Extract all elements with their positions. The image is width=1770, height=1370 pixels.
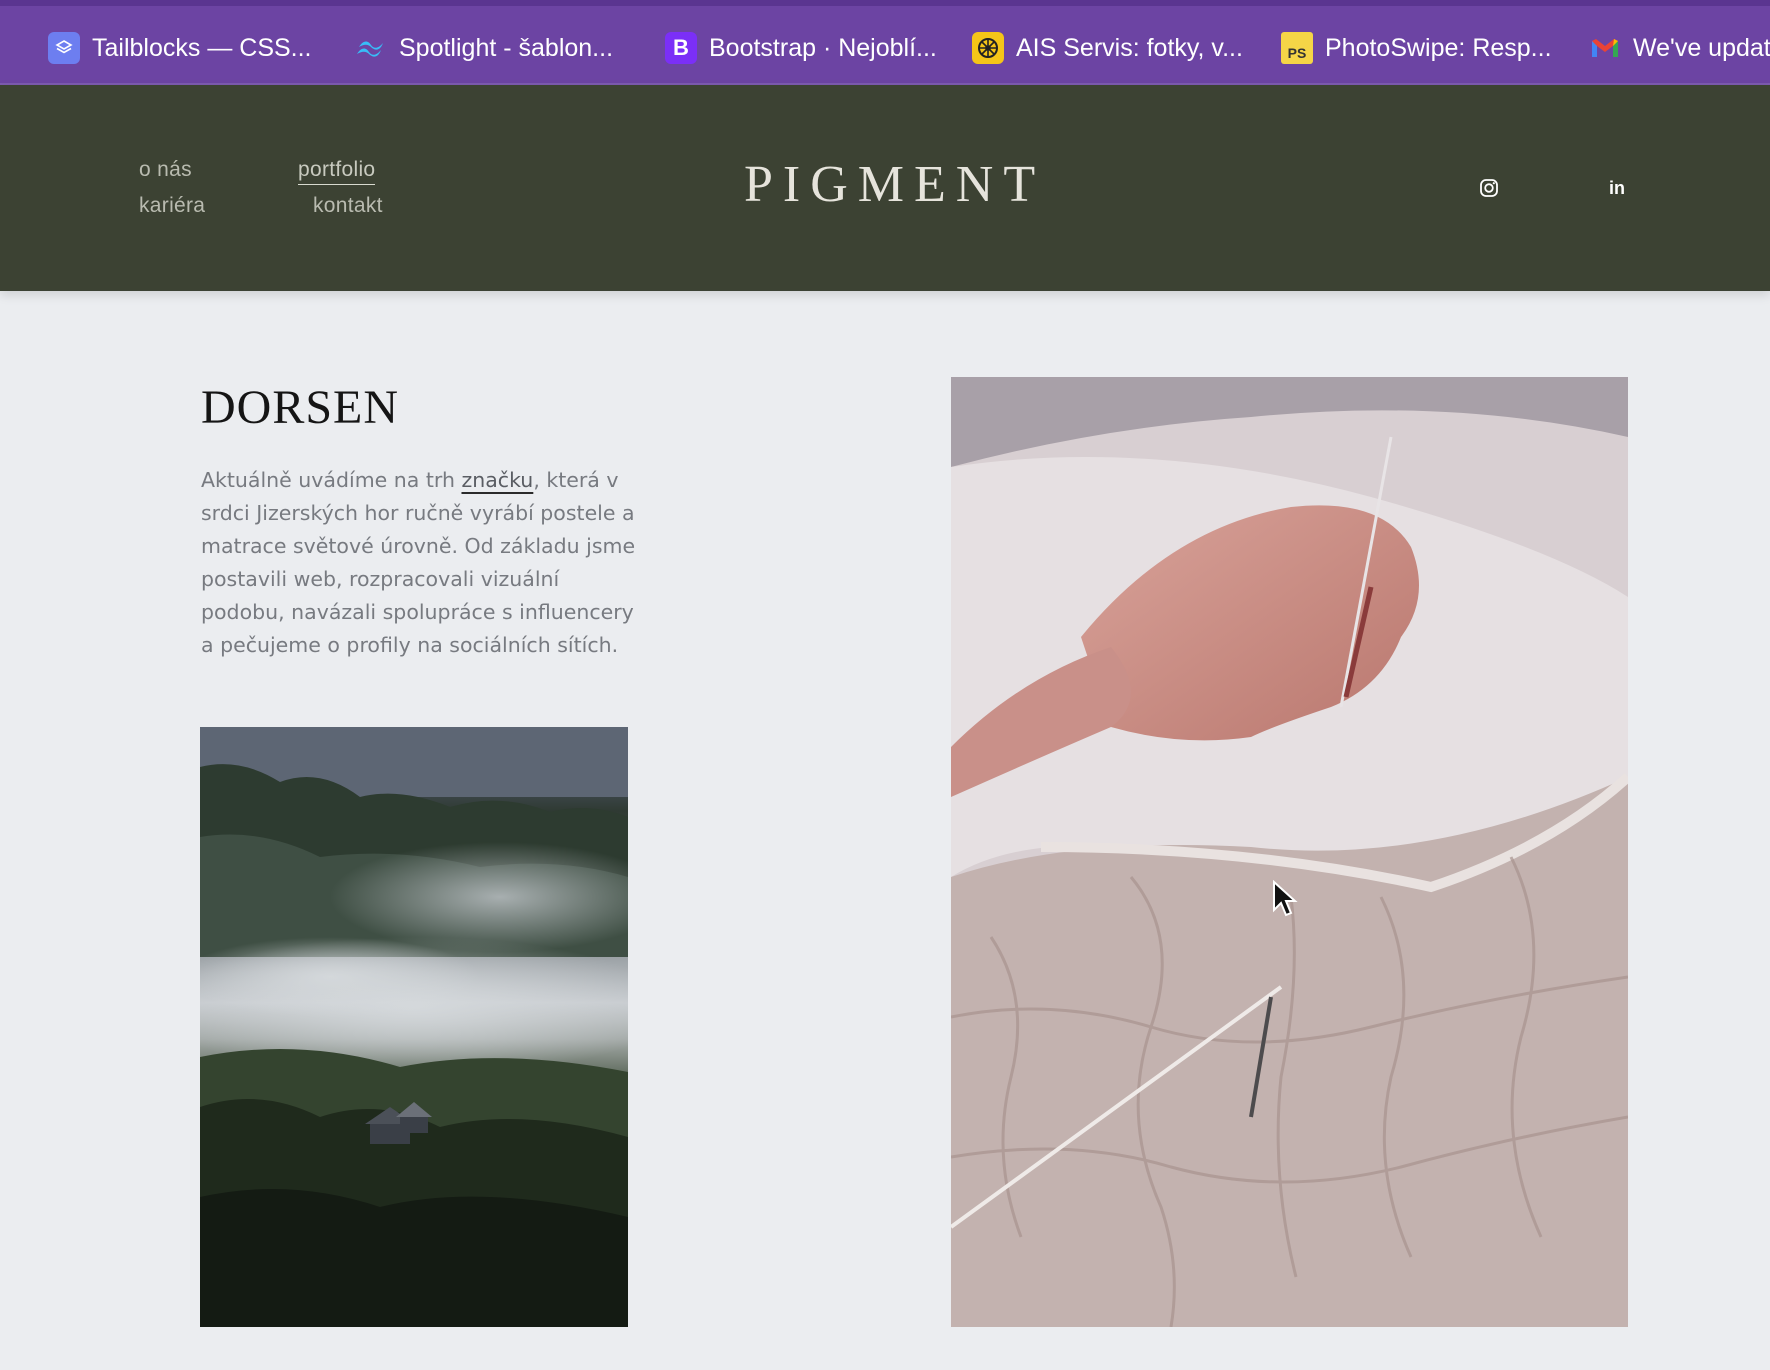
nav-link-about[interactable]: o nás (139, 158, 192, 182)
bookmarks-bar: Tailblocks — CSS... Spotlight - šablon..… (0, 0, 1770, 85)
bookmark-spotlight[interactable]: Spotlight - šablon... (355, 28, 613, 68)
landscape-photo (200, 727, 628, 1327)
nav-link-contact[interactable]: kontakt (313, 194, 383, 218)
gmail-icon (1589, 32, 1621, 64)
aperture-icon (972, 32, 1004, 64)
bookmark-ais-servis[interactable]: AIS Servis: fotky, v... (972, 28, 1243, 68)
project-description: Aktuálně uvádíme na trh značku, která v … (201, 464, 641, 662)
tailwind-icon (355, 32, 387, 64)
description-text-start: Aktuálně uvádíme na trh (201, 468, 462, 492)
layers-icon (48, 32, 80, 64)
nav-link-portfolio[interactable]: portfolio (298, 158, 376, 185)
description-text-end: , která v srdci Jizerských hor ručně vyr… (201, 468, 636, 657)
site-header: o nás portfolio kariéra kontakt PIGMENT … (0, 85, 1770, 291)
bookmark-label: PhotoSwipe: Resp... (1325, 33, 1552, 62)
bookmark-bootstrap[interactable]: B Bootstrap · Nejoblí... (665, 28, 937, 68)
bookmark-label: Tailblocks — CSS... (92, 33, 312, 62)
mouse-cursor-icon (1273, 880, 1298, 917)
mattress-photo (951, 377, 1628, 1327)
nav-link-career[interactable]: kariéra (139, 194, 205, 218)
linkedin-icon[interactable]: in (1606, 177, 1628, 199)
bookmark-label: Spotlight - šablon... (399, 33, 614, 62)
instagram-icon[interactable] (1478, 177, 1500, 199)
bootstrap-icon: B (665, 32, 697, 64)
bookmark-photoswipe[interactable]: PS PhotoSwipe: Resp... (1281, 28, 1552, 68)
brand-link[interactable]: značku (461, 468, 533, 492)
project-title: DORSEN (201, 381, 400, 434)
bookmark-tailblocks[interactable]: Tailblocks — CSS... (48, 28, 312, 68)
ps-icon: PS (1281, 32, 1313, 64)
bookmark-label: We've updat (1633, 33, 1770, 62)
bookmark-label: Bootstrap · Nejoblí... (709, 33, 937, 62)
site-logo[interactable]: PIGMENT (744, 155, 1045, 214)
bookmark-gmail[interactable]: We've updat (1589, 28, 1770, 68)
bookmark-label: AIS Servis: fotky, v... (1016, 33, 1243, 62)
